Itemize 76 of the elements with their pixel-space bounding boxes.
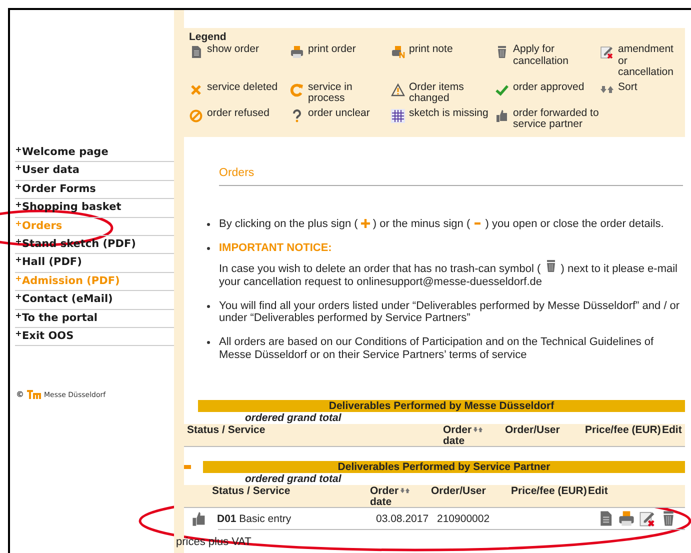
plus-icon [16,276,21,281]
copyright-text: © [16,390,24,400]
section-header: Deliverables Performed by Messe Düsseldorf [198,400,685,412]
printer-icon [391,45,405,59]
nav-link[interactable]: Welcome page [15,144,174,162]
legend-label: print note [409,44,453,56]
cross-icon [189,82,203,96]
legend-label: order forwarded to service partner [513,108,600,130]
printer-icon[interactable] [618,510,635,527]
plus-icon [16,220,21,226]
legend-title: Legend [189,31,226,43]
service-cell: D01 Basic entry [217,512,292,524]
nav-link[interactable]: User data [15,162,174,181]
legend-label: print order [308,44,356,56]
notice-title: IMPORTANT NOTICE: [219,242,332,254]
prohibited-icon [189,108,203,122]
grid-icon [391,108,405,122]
total-label: ordered grand total [245,474,342,485]
question-icon [290,108,304,122]
plus-icon [16,238,21,244]
plus-icon [16,202,21,208]
column-header: Order/User [505,424,560,436]
legend-label: service in process [308,82,354,104]
legend-label: order refused [207,108,270,119]
nav-link[interactable]: Hall (PDF) [15,254,174,273]
column-header: Edit [662,424,682,436]
pencil-cross-icon[interactable] [639,510,656,527]
order-number-cell: 210900002 [437,512,490,524]
plus-icon [16,165,21,170]
printer-icon [290,45,304,59]
column-header: Status / Service [212,485,290,497]
plus-icon [16,330,21,336]
page-heading: Orders [219,166,254,178]
nav-link[interactable]: Exit OOS [15,328,174,346]
note-text: All orders are based on our Conditions of Participation and on the Technical Guidelines of Messe Düsseldorf or on their Service Partners’ terms of service [219,336,654,360]
legend-label: sketch is missing [409,108,488,119]
warning-icon [391,82,405,96]
total-label: ordered grand total [245,413,342,424]
legend-label: order approved [513,82,584,93]
document-icon [189,45,203,59]
sort-icon [473,425,483,435]
column-header: Edit [588,485,608,497]
plus-icon [360,218,370,228]
column-header: Status / Service [187,424,266,436]
note-text: You will find all your orders listed under “Deliverables performed by Messe Düsseldorf” and / or under “Deliverables performed by Service Partners” [219,300,680,324]
legend-label: service deleted [207,82,278,93]
legend-label: show order [207,44,259,56]
plus-icon [16,184,21,189]
legend-label: Apply for cancellation [513,44,570,67]
plus-icon [16,294,21,300]
date-cell: 03.08.2017 [376,512,429,524]
column-header: Price/fee (EUR) [585,424,661,436]
legend-label: Sort [618,82,638,93]
legend-label: order unclear [308,108,370,119]
refresh-icon [290,82,304,96]
nav-link[interactable]: To the portal [15,310,174,328]
section-header: Deliverables Performed by Service Partner [203,461,685,473]
plus-icon [16,312,21,318]
column-header: Price/fee (EUR) [511,485,587,497]
notice-text: In case you wish to delete an order that has no trash-can symbol ( ) next to it please e-mail your cancellation request to onlinesupport@messe-duesseldorf.de [219,259,683,288]
sort-icon [400,486,410,496]
legend-label: amendment or cancellation [618,44,673,78]
nav-link[interactable]: Order Forms [15,180,174,200]
plus-icon [16,147,21,152]
pencil-cross-icon [600,45,614,59]
legend-label: Order items changed [409,82,465,104]
trash-icon [495,45,509,59]
thumbs-up-icon [495,108,509,122]
column-header[interactable]: Order date [370,486,398,507]
note-text: By clicking on the plus sign ( ) or the minus sign ( ) you open or close the order details. [219,218,664,230]
logo-icon [27,390,41,400]
nav-link[interactable]: Contact (eMail) [15,291,174,310]
plus-icon [16,257,21,262]
column-header: Order/User [431,485,486,497]
check-icon [495,82,509,96]
column-header[interactable]: Order date [443,425,470,446]
